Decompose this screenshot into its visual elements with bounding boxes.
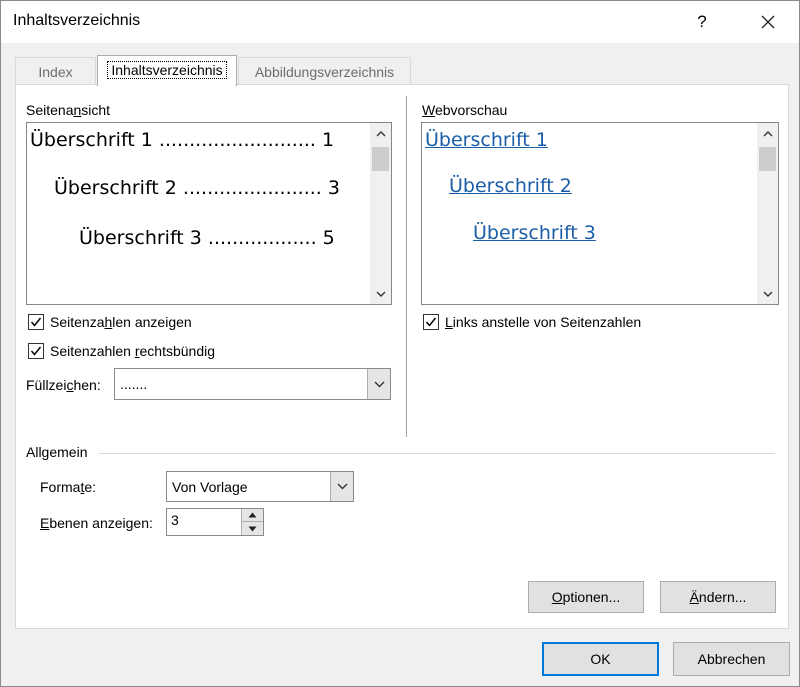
options-button-label: Optionen... [551,589,621,605]
general-divider [99,453,775,454]
ok-button[interactable]: OK [542,642,659,676]
title-bar: Inhaltsverzeichnis ? [1,1,799,43]
show-page-numbers-label: Seitenzahlen anzeigen [50,314,192,330]
web-preview-label: Webvorschau [422,102,508,118]
web-preview-scrollbar[interactable] [757,123,778,304]
page-view-label: Seitenansicht [26,102,111,118]
page-view-scrollbar[interactable] [370,123,391,304]
close-icon [761,15,775,29]
links-instead-checkbox[interactable]: Links anstelle von Seitenzahlen [423,314,641,330]
tab-index-label: Index [38,64,73,80]
chevron-down-icon [763,291,772,297]
spinner-down-button[interactable] [242,522,263,535]
scroll-up-button[interactable] [370,123,391,143]
right-align-checkbox[interactable]: Seitenzahlen rechtsbündig [28,343,215,359]
fill-char-label: Füllzeichen: [26,377,101,393]
checkbox-box [28,314,44,330]
formats-select[interactable]: Von Vorlage [166,471,354,502]
tab-figures-label: Abbildungsverzeichnis [254,64,395,80]
fill-char-value: ....... [120,376,148,392]
right-align-label: Seitenzahlen rechtsbündig [50,343,216,359]
links-instead-label: Links anstelle von Seitenzahlen [445,314,642,330]
levels-value: 3 [171,512,179,528]
tab-figures[interactable]: Abbildungsverzeichnis [238,57,411,85]
web-preview-link-2[interactable]: Überschrift 2 [449,175,572,197]
chevron-down-icon [337,483,347,490]
page-view-line-1: Überschrift 1 ..........................… [30,129,335,151]
spinner-buttons [241,509,263,535]
close-button[interactable] [753,7,783,37]
vertical-divider [406,96,407,437]
chevron-up-icon [376,130,385,136]
checkbox-box [423,314,439,330]
chevron-up-icon [763,130,772,136]
options-button[interactable]: Optionen... [528,581,644,613]
chevron-down-icon [374,381,384,387]
tab-toc-label: Inhaltsverzeichnis [107,61,227,79]
formats-label: Formate: [40,479,97,495]
checkmark-icon [30,317,42,327]
web-preview-link-1[interactable]: Überschrift 1 [425,129,548,151]
help-button[interactable]: ? [691,10,713,34]
checkmark-icon [30,346,42,356]
scroll-down-button[interactable] [370,284,391,304]
show-page-numbers-checkbox[interactable]: Seitenzahlen anzeigen [28,314,192,330]
levels-label: Ebenen anzeigen: [40,515,153,531]
triangle-up-icon [248,512,257,518]
fill-char-select[interactable]: ....... [114,368,391,400]
checkmark-icon [425,317,437,327]
scroll-down-button[interactable] [757,284,778,304]
scroll-thumb[interactable] [372,147,389,171]
dropdown-arrow[interactable] [330,472,353,501]
triangle-down-icon [248,526,257,531]
web-preview-box[interactable]: Überschrift 1 Überschrift 2 Überschrift … [421,122,779,305]
web-preview-link-3[interactable]: Überschrift 3 [473,222,596,244]
scroll-thumb[interactable] [759,147,776,171]
general-group-label: Allgemein [26,444,88,460]
page-view-line-2: Überschrift 2 ....................... 3 [54,177,340,199]
modify-button-label: Ändern... [689,589,747,605]
tab-toc[interactable]: Inhaltsverzeichnis [97,55,237,86]
formats-value: Von Vorlage [172,478,248,495]
spinner-up-button[interactable] [242,509,263,522]
cancel-button[interactable]: Abbrechen [673,642,790,676]
checkbox-box [28,343,44,359]
page-view-preview[interactable]: Überschrift 1 ..........................… [26,122,392,305]
levels-spinner[interactable]: 3 [166,508,264,536]
tab-index[interactable]: Index [15,57,96,85]
page-view-line-3: Überschrift 3 .................. 5 [79,227,335,249]
dialog-window: Inhaltsverzeichnis ? Index Inhaltsverzei… [0,0,800,687]
scroll-up-button[interactable] [757,123,778,143]
modify-button[interactable]: Ändern... [660,581,776,613]
chevron-down-icon [376,291,385,297]
dialog-title: Inhaltsverzeichnis [13,12,141,29]
dropdown-arrow[interactable] [367,369,390,399]
